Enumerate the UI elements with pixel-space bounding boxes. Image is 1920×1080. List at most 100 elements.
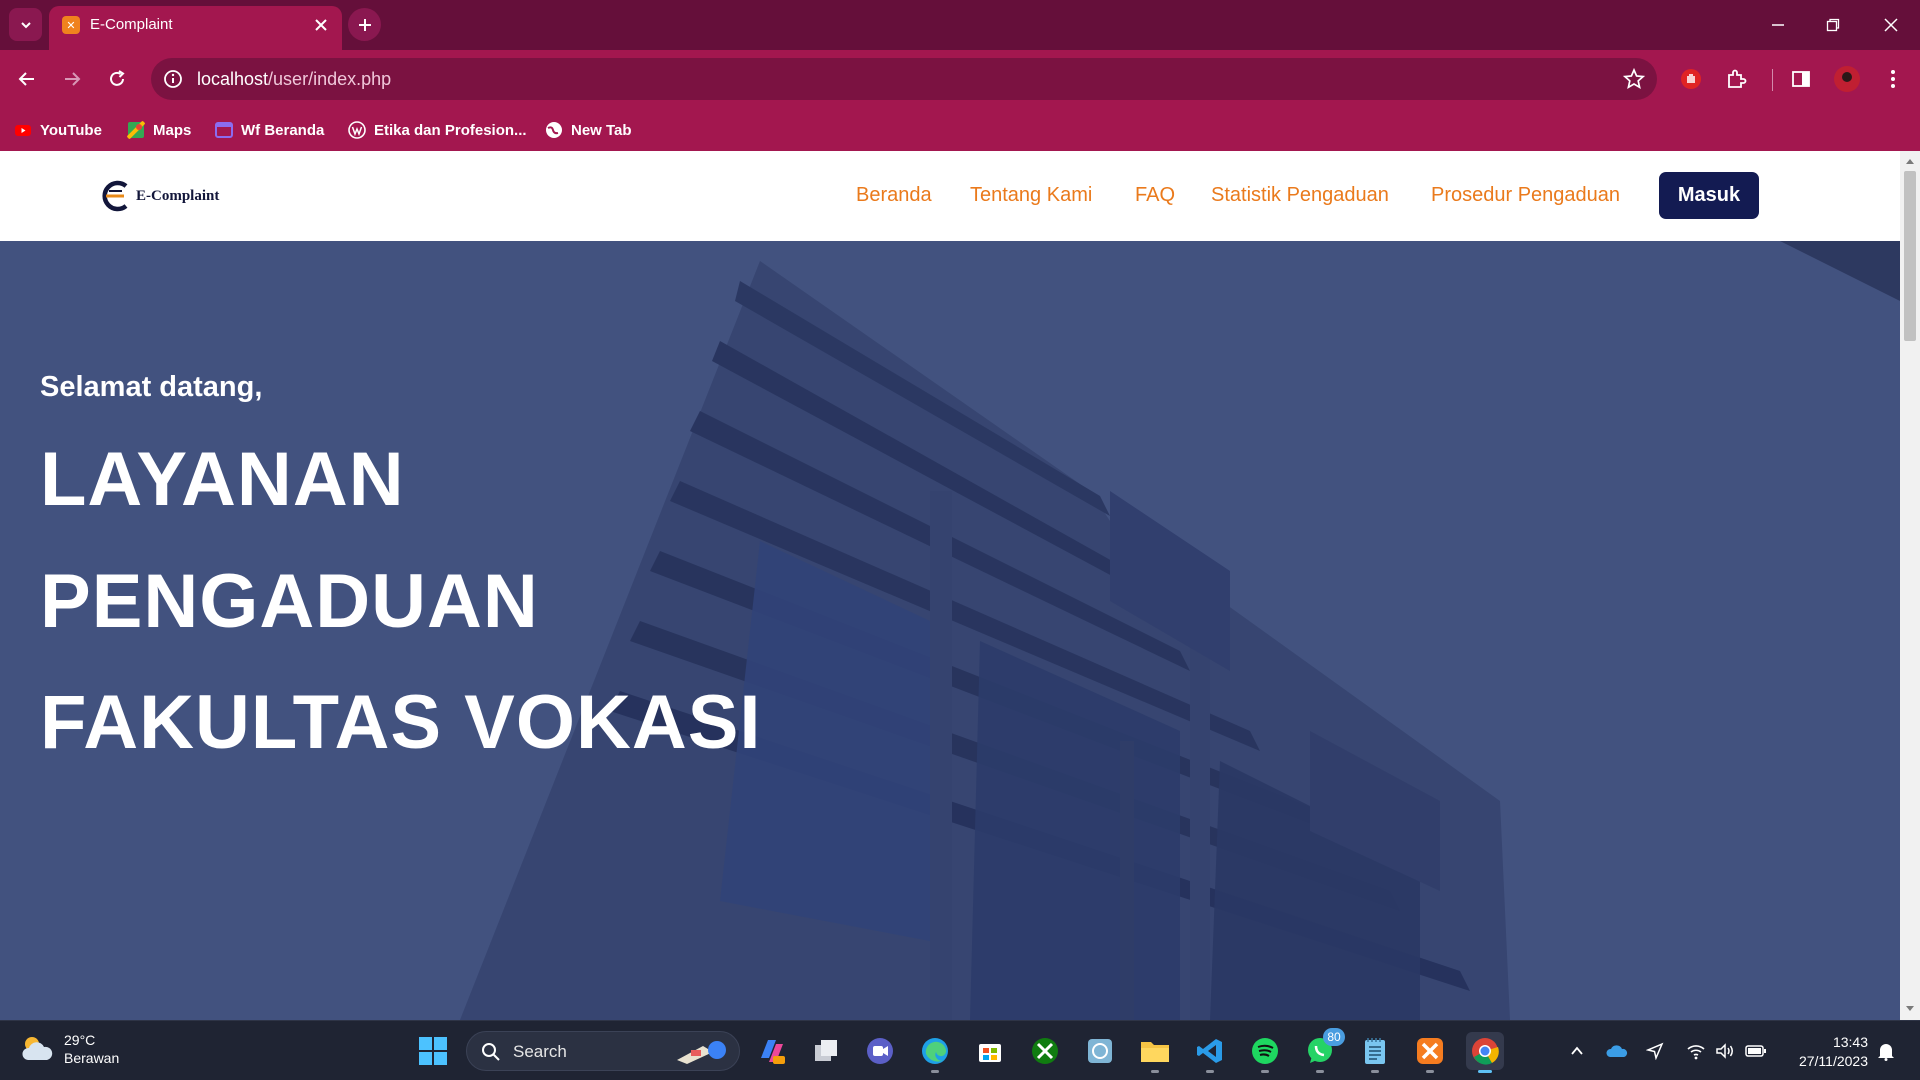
new-tab-button[interactable] xyxy=(348,8,381,41)
notepad-icon xyxy=(1365,1038,1385,1064)
taskbar-app-store[interactable] xyxy=(971,1032,1009,1070)
taskbar-app-xbox[interactable] xyxy=(1026,1032,1064,1070)
forward-button[interactable] xyxy=(55,62,89,96)
search-highlight-illustration-icon xyxy=(677,1041,726,1064)
nav-link-prosedur-pengaduan[interactable]: Prosedur Pengaduan xyxy=(1431,184,1620,207)
bookmark-label: Maps xyxy=(153,121,192,139)
photo-app-icon xyxy=(1088,1039,1112,1063)
taskbar-search-box[interactable]: Search xyxy=(466,1031,740,1071)
bookmark-wf-beranda[interactable]: Wf Beranda xyxy=(215,117,324,143)
nav-link-tentang-kami[interactable]: Tentang Kami xyxy=(970,184,1092,207)
nav-link-statistik-pengaduan[interactable]: Statistik Pengaduan xyxy=(1211,184,1389,207)
taskbar-app-file-explorer[interactable] xyxy=(1136,1032,1174,1073)
bookmark-new-tab[interactable]: New Tab xyxy=(545,117,632,143)
show-hidden-icons-chevron-icon[interactable] xyxy=(1565,1039,1589,1063)
nav-link-faq[interactable]: FAQ xyxy=(1135,184,1175,207)
url-host: localhost xyxy=(197,69,269,89)
taskbar-app-edge[interactable] xyxy=(916,1032,954,1073)
hero-title-line-2: PENGADUAN xyxy=(40,559,539,644)
battery-icon[interactable] xyxy=(1744,1039,1768,1063)
taskbar-app-spotify[interactable] xyxy=(1246,1032,1284,1073)
copilot-icon xyxy=(761,1040,785,1064)
taskbar-app-whatsapp[interactable]: 80 xyxy=(1301,1028,1345,1073)
task-view-icon xyxy=(815,1040,837,1061)
windows-start-icon[interactable] xyxy=(416,1034,450,1068)
xbox-icon xyxy=(1032,1038,1058,1064)
tab-title: E-Complaint xyxy=(90,16,173,33)
taskbar-app-xampp[interactable] xyxy=(1411,1032,1449,1073)
youtube-icon xyxy=(15,125,31,136)
extensions-puzzle-icon[interactable] xyxy=(1719,62,1753,96)
search-placeholder: Search xyxy=(513,1042,567,1061)
windows-taskbar: 29°C Berawan Search 80 13:43 27/11/2023 xyxy=(0,1020,1920,1080)
partly-cloudy-icon xyxy=(22,1037,53,1060)
vscode-icon xyxy=(1197,1039,1222,1063)
scroll-up-arrow-icon[interactable] xyxy=(1904,155,1916,167)
hero-title-line-1: LAYANAN xyxy=(40,437,405,522)
system-clock[interactable]: 13:43 27/11/2023 xyxy=(1786,1033,1868,1071)
onedrive-cloud-icon[interactable] xyxy=(1605,1039,1629,1063)
tab-search-button[interactable] xyxy=(9,8,42,41)
side-panel-icon[interactable] xyxy=(1784,62,1818,96)
reload-icon xyxy=(110,70,125,86)
spotify-icon xyxy=(1252,1038,1278,1064)
bookmark-star-icon[interactable] xyxy=(1621,66,1647,92)
weather-condition: Berawan xyxy=(64,1050,120,1066)
running-indicator xyxy=(1316,1070,1324,1073)
url-path: /user/index.php xyxy=(268,69,392,89)
taskbar-app-meet[interactable] xyxy=(861,1032,899,1070)
xampp-icon xyxy=(1417,1038,1443,1064)
scroll-down-arrow-icon[interactable] xyxy=(1904,1003,1916,1015)
bookmark-label: YouTube xyxy=(40,121,102,139)
close-window-icon[interactable] xyxy=(1876,10,1906,40)
e-complaint-logo-icon xyxy=(102,180,128,212)
site-info-icon[interactable] xyxy=(161,67,185,91)
taskbar-app-vscode[interactable] xyxy=(1191,1032,1229,1073)
tab-close-icon[interactable] xyxy=(312,16,330,34)
taskbar-app-copilot[interactable] xyxy=(752,1032,790,1070)
logo-text: E-Complaint xyxy=(136,187,220,204)
nav-link-beranda[interactable]: Beranda xyxy=(856,184,932,207)
video-chat-icon xyxy=(867,1038,893,1064)
maps-icon xyxy=(127,121,145,139)
scroll-thumb[interactable] xyxy=(1904,171,1916,341)
back-button[interactable] xyxy=(10,62,44,96)
address-bar[interactable]: localhost/user/index.php xyxy=(151,58,1657,100)
site-logo[interactable]: E-Complaint xyxy=(98,179,219,213)
url-text[interactable]: localhost/user/index.php xyxy=(197,69,391,90)
globe-icon xyxy=(546,122,562,138)
reload-button[interactable] xyxy=(100,62,134,96)
weather-temperature: 29°C xyxy=(64,1032,96,1048)
bookmark-etika[interactable]: Etika dan Profesion... xyxy=(348,117,527,143)
location-arrow-icon[interactable] xyxy=(1643,1039,1667,1063)
login-button[interactable]: Masuk xyxy=(1659,172,1759,219)
volume-speaker-icon[interactable] xyxy=(1713,1039,1737,1063)
menu-kebab-icon[interactable] xyxy=(1876,62,1910,96)
bookmark-youtube[interactable]: YouTube xyxy=(14,117,102,143)
profile-avatar[interactable] xyxy=(1830,62,1864,96)
page-viewport: E-Complaint Beranda Tentang Kami FAQ Sta… xyxy=(0,151,1900,1020)
running-indicator xyxy=(931,1070,939,1073)
notification-bell-icon[interactable] xyxy=(1874,1039,1898,1063)
taskbar-app-notepad[interactable] xyxy=(1356,1032,1394,1073)
browser-tab-active[interactable]: ✕ E-Complaint xyxy=(49,6,342,50)
minimize-window-icon[interactable] xyxy=(1763,10,1793,40)
taskbar-app-task-view[interactable] xyxy=(807,1032,845,1070)
bookmark-label: Etika dan Profesion... xyxy=(374,121,527,139)
clock-time: 13:43 xyxy=(1832,1034,1868,1050)
taskbar-app-photos[interactable] xyxy=(1081,1032,1119,1070)
weather-widget[interactable]: 29°C Berawan xyxy=(20,1031,119,1067)
page-scrollbar[interactable] xyxy=(1900,151,1920,1020)
restore-window-icon[interactable] xyxy=(1818,10,1848,40)
running-indicator xyxy=(1426,1070,1434,1073)
extension-hand-icon[interactable] xyxy=(1674,62,1708,96)
wifi-icon[interactable] xyxy=(1684,1039,1708,1063)
webflow-icon xyxy=(215,122,233,138)
chevron-down-icon xyxy=(20,21,31,28)
taskbar-app-chrome[interactable] xyxy=(1466,1032,1504,1073)
bookmark-label: Wf Beranda xyxy=(241,121,325,139)
bookmark-maps[interactable]: Maps xyxy=(127,117,191,143)
xampp-favicon-icon: ✕ xyxy=(62,16,80,34)
avatar xyxy=(1834,66,1860,92)
running-indicator xyxy=(1371,1070,1379,1073)
